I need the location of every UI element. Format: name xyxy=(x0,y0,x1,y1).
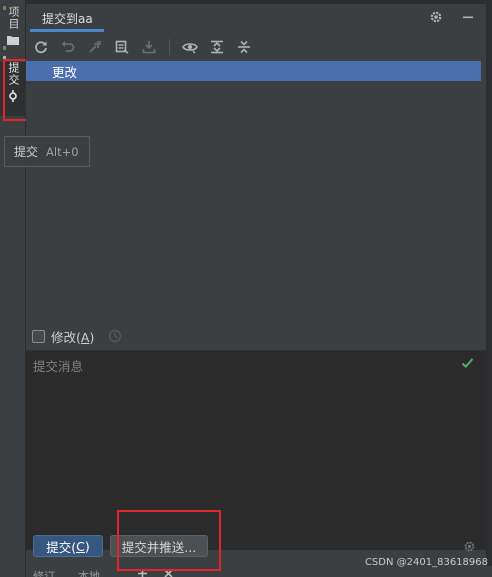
panel-title-tab[interactable]: 提交到aa xyxy=(30,4,105,32)
changes-tree[interactable]: 更改 xyxy=(26,61,486,325)
title-tab-underline xyxy=(30,29,104,32)
highlight-box-push-button xyxy=(117,510,221,571)
tooltip: 提交 Alt+0 xyxy=(4,136,90,167)
diff-icon[interactable] xyxy=(113,38,131,56)
download-icon[interactable] xyxy=(140,38,158,56)
amend-checkbox[interactable] xyxy=(32,329,45,343)
rollback-icon[interactable] xyxy=(59,38,77,56)
amend-label[interactable]: 修改(A) xyxy=(51,327,94,346)
indicator-mark xyxy=(3,46,6,50)
tooltip-shortcut: Alt+0 xyxy=(46,144,79,159)
commit-button-key: C xyxy=(76,538,85,554)
footer-branch[interactable]: 本地 xyxy=(78,568,100,577)
commit-panel: 提交到aa 更改 修改(A) 提交消息 提交(C) 提交并推送... xyxy=(26,4,486,577)
expand-all-icon[interactable] xyxy=(208,38,226,56)
tooltip-label: 提交 xyxy=(14,145,39,159)
tool-tab-project-label: 项目 xyxy=(7,6,20,30)
tree-row-label: 更改 xyxy=(52,64,78,80)
footer-left: 修订 xyxy=(33,570,55,577)
folder-icon xyxy=(7,34,19,48)
gear-icon[interactable] xyxy=(463,540,476,556)
tree-row-changes[interactable]: 更改 xyxy=(26,61,481,81)
panel-title: 提交到aa xyxy=(42,11,93,26)
commit-toolbar xyxy=(26,34,486,60)
commit-button[interactable]: 提交(C) xyxy=(33,535,103,557)
move-icon[interactable] xyxy=(86,38,104,56)
eye-icon[interactable] xyxy=(181,38,199,56)
commit-button-prefix: 提交( xyxy=(46,539,77,555)
gear-icon[interactable] xyxy=(428,9,444,25)
commit-button-suffix: ) xyxy=(84,538,90,554)
history-icon[interactable] xyxy=(108,329,122,343)
commit-message-editor[interactable]: 提交消息 xyxy=(26,350,486,550)
collapse-all-icon[interactable] xyxy=(235,38,253,56)
panel-right-edge xyxy=(486,0,492,577)
amend-label-prefix: 修改( xyxy=(51,329,81,345)
minimize-icon[interactable] xyxy=(460,9,476,25)
refresh-icon[interactable] xyxy=(32,38,50,56)
panel-title-bar: 提交到aa xyxy=(26,4,486,32)
amend-label-suffix: ) xyxy=(89,329,95,345)
toolbar-separator xyxy=(169,39,170,55)
watermark: CSDN @2401_83618968 xyxy=(364,557,488,568)
commit-message-placeholder: 提交消息 xyxy=(33,359,84,374)
amend-row: 修改(A) xyxy=(32,326,122,346)
check-icon xyxy=(461,357,474,372)
